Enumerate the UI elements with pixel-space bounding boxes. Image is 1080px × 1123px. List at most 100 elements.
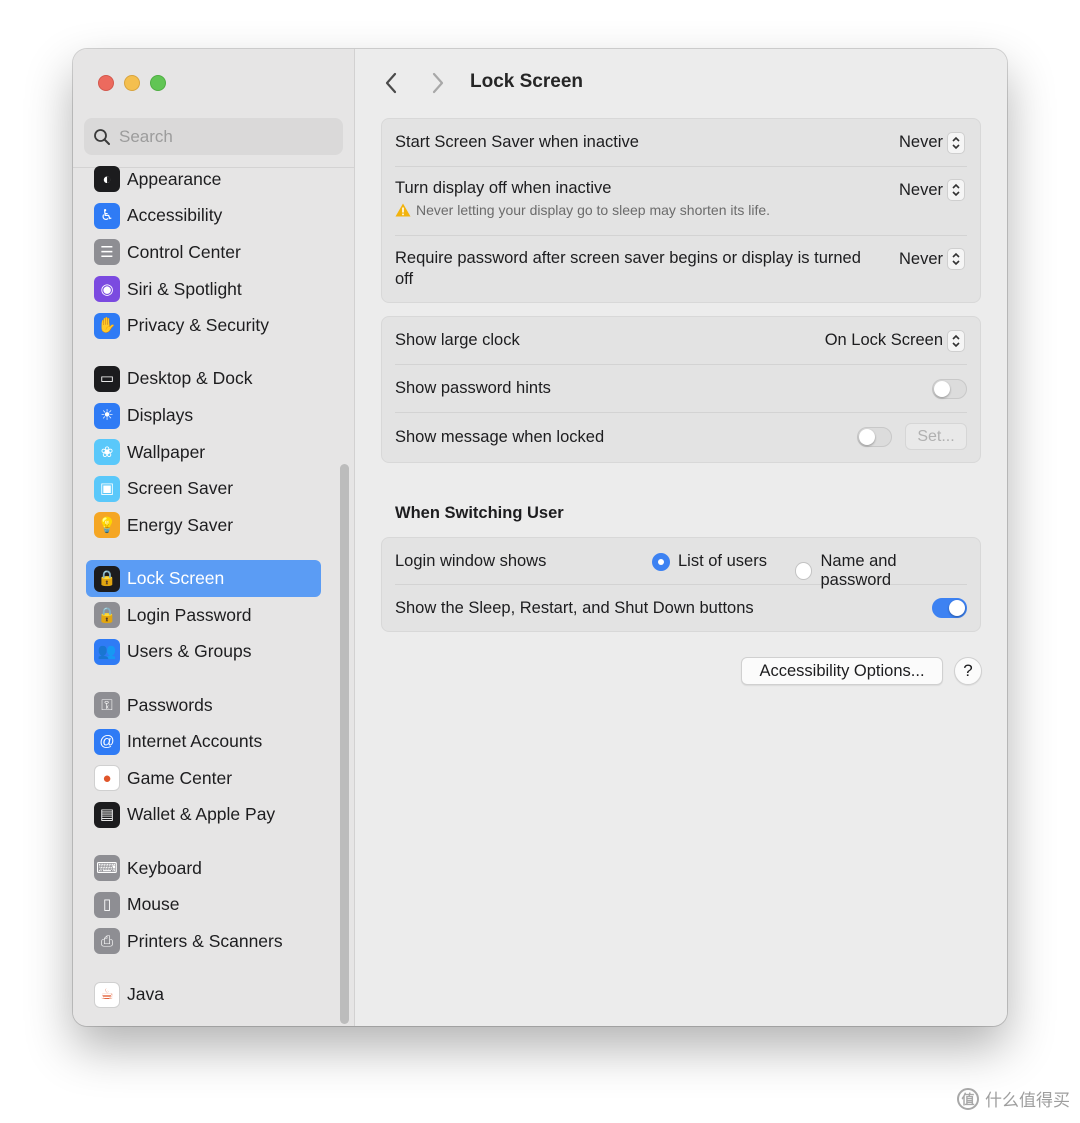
display-off-label: Turn display off when inactive [395,179,612,197]
display-warning: Never letting your display go to sleep m… [395,202,770,218]
sidebar-item-wallpaper[interactable]: ❀ Wallpaper [86,434,321,471]
password-hints-row: Show password hints [395,365,967,413]
sidebar-item-label: Privacy & Security [127,315,269,336]
sidebar-item-appearance[interactable]: ◐ Appearance [86,161,321,198]
sidebar-item-passwords[interactable]: ⚿ Passwords [86,687,321,724]
screen-saver-group: Start Screen Saver when inactive Never T… [381,118,981,303]
printer-icon: ⎙ [94,928,120,955]
require-password-row: Require password after screen saver begi… [395,236,967,302]
password-hints-toggle[interactable] [932,379,967,399]
display-off-popup[interactable]: Never [899,179,965,201]
up-down-chevron-icon [947,131,965,154]
radio-list-of-users[interactable]: List of users [652,552,767,571]
main-content: Lock Screen Start Screen Saver when inac… [355,49,1007,1026]
login-window-row: Login window shows List of users Name an… [395,538,967,589]
page-title: Lock Screen [470,71,583,92]
sidebar-item-game-center[interactable]: ● Game Center [86,760,321,797]
screen-saver-icon: ▣ [94,475,120,502]
sidebar-item-keyboard[interactable]: ⌨ Keyboard [86,850,321,887]
sidebar-item-label: Lock Screen [127,568,225,589]
sidebar-item-label: Appearance [127,168,222,189]
sidebar-item-siri-and-spotlight[interactable]: ◉ Siri & Spotlight [86,271,321,308]
radio-list-of-users-label: List of users [678,552,767,570]
back-button[interactable] [379,71,403,95]
search-input[interactable] [119,126,319,147]
sidebar-item-accessibility[interactable]: ♿ Accessibility [86,198,321,235]
sidebar-item-label: Screen Saver [127,478,234,499]
sidebar-item-lock-screen[interactable]: 🔒 Lock Screen [86,560,321,597]
sidebar-item-label: Wallpaper [127,441,206,462]
sidebar-item-label: Energy Saver [127,514,234,535]
sidebar-item-label: Control Center [127,241,241,262]
sidebar-list: ◐ Appearance ♿ Accessibility ☰ Control Center… [86,161,321,1013]
watermark-logo-icon: 值 [957,1087,979,1110]
siri-icon: ◉ [94,276,120,303]
toggle-knob [859,429,875,445]
energy-saver-icon: 💡 [94,512,120,539]
sidebar-item-energy-saver[interactable]: 💡 Energy Saver [86,507,321,544]
sidebar-item-label: Siri & Spotlight [127,278,242,299]
users-groups-icon: 👥 [94,638,120,665]
forward-button[interactable] [426,71,450,95]
power-buttons-row: Show the Sleep, Restart, and Shut Down b… [395,585,967,632]
screen-saver-row: Start Screen Saver when inactive Never [395,119,967,167]
chevron-left-icon [385,72,397,94]
sidebar-item-privacy-and-security[interactable]: ✋ Privacy & Security [86,307,321,344]
lock-screen-options-group: Show large clock On Lock Screen Show pas… [381,316,981,463]
sidebar-item-screen-saver[interactable]: ▣ Screen Saver [86,470,321,507]
large-clock-row: Show large clock On Lock Screen [395,317,967,365]
switching-user-group: Login window shows List of users Name an… [381,537,981,632]
message-locked-label: Show message when locked [395,428,605,446]
privacy-hand-icon: ✋ [94,312,120,339]
sidebar-item-label: Users & Groups [127,641,252,662]
large-clock-popup[interactable]: On Lock Screen [824,329,965,352]
wallpaper-icon: ❀ [94,439,120,466]
sidebar-scrollbar[interactable] [340,464,349,1024]
require-password-label: Require password after screen saver begi… [395,249,861,288]
sidebar-item-wallet-and-apple-pay[interactable]: ▤ Wallet & Apple Pay [86,797,321,834]
sidebar-item-desktop-and-dock[interactable]: ▭ Desktop & Dock [86,361,321,398]
sidebar-item-label: Accessibility [127,205,223,226]
sidebar-item-java[interactable]: ☕ Java [86,976,321,1013]
zoom-button[interactable] [150,75,166,91]
sidebar-item-label: Printers & Scanners [127,930,283,951]
toolbar: Lock Screen [355,49,1007,117]
screen-saver-label: Start Screen Saver when inactive [395,133,639,151]
chevron-right-icon [432,72,444,94]
display-warning-text: Never letting your display go to sleep m… [416,202,771,218]
warning-icon [395,203,411,217]
power-buttons-label: Show the Sleep, Restart, and Shut Down b… [395,599,754,617]
sidebar: ◐ Appearance ♿ Accessibility ☰ Control Center… [73,49,355,1026]
sidebar-item-label: Mouse [127,894,180,915]
power-buttons-toggle[interactable] [932,598,967,618]
large-clock-value: On Lock Screen [824,331,943,349]
sidebar-item-mouse[interactable]: ▯ Mouse [86,886,321,923]
appearance-icon: ◐ [94,166,120,193]
screen-saver-popup[interactable]: Never [899,131,965,154]
internet-accounts-icon: @ [94,728,120,755]
sidebar-item-displays[interactable]: ☀ Displays [86,397,321,434]
toggle-knob [934,381,950,397]
sidebar-item-login-password[interactable]: 🔒 Login Password [86,597,321,634]
window-controls [98,75,166,91]
require-password-popup[interactable]: Never [899,248,965,270]
accessibility-options-button[interactable]: Accessibility Options... [741,657,943,685]
sidebar-item-label: Displays [127,405,194,426]
display-off-row: Turn display off when inactive Never let… [395,167,967,236]
message-locked-toggle[interactable] [857,427,892,447]
mouse-icon: ▯ [94,891,120,918]
close-button[interactable] [98,75,114,91]
watermark: 值 什么值得买 [957,1086,1070,1111]
help-button[interactable]: ? [954,657,982,685]
login-password-icon: 🔒 [94,602,120,629]
desktop-dock-icon: ▭ [94,365,120,392]
up-down-chevron-icon [947,248,965,270]
sidebar-item-printers-and-scanners[interactable]: ⎙ Printers & Scanners [86,923,321,960]
up-down-chevron-icon [947,179,965,201]
sidebar-item-users-and-groups[interactable]: 👥 Users & Groups [86,634,321,671]
search-field[interactable] [84,118,343,155]
sidebar-item-internet-accounts[interactable]: @ Internet Accounts [86,723,321,760]
sidebar-item-control-center[interactable]: ☰ Control Center [86,234,321,271]
set-message-button[interactable]: Set... [905,423,967,450]
minimize-button[interactable] [124,75,140,91]
